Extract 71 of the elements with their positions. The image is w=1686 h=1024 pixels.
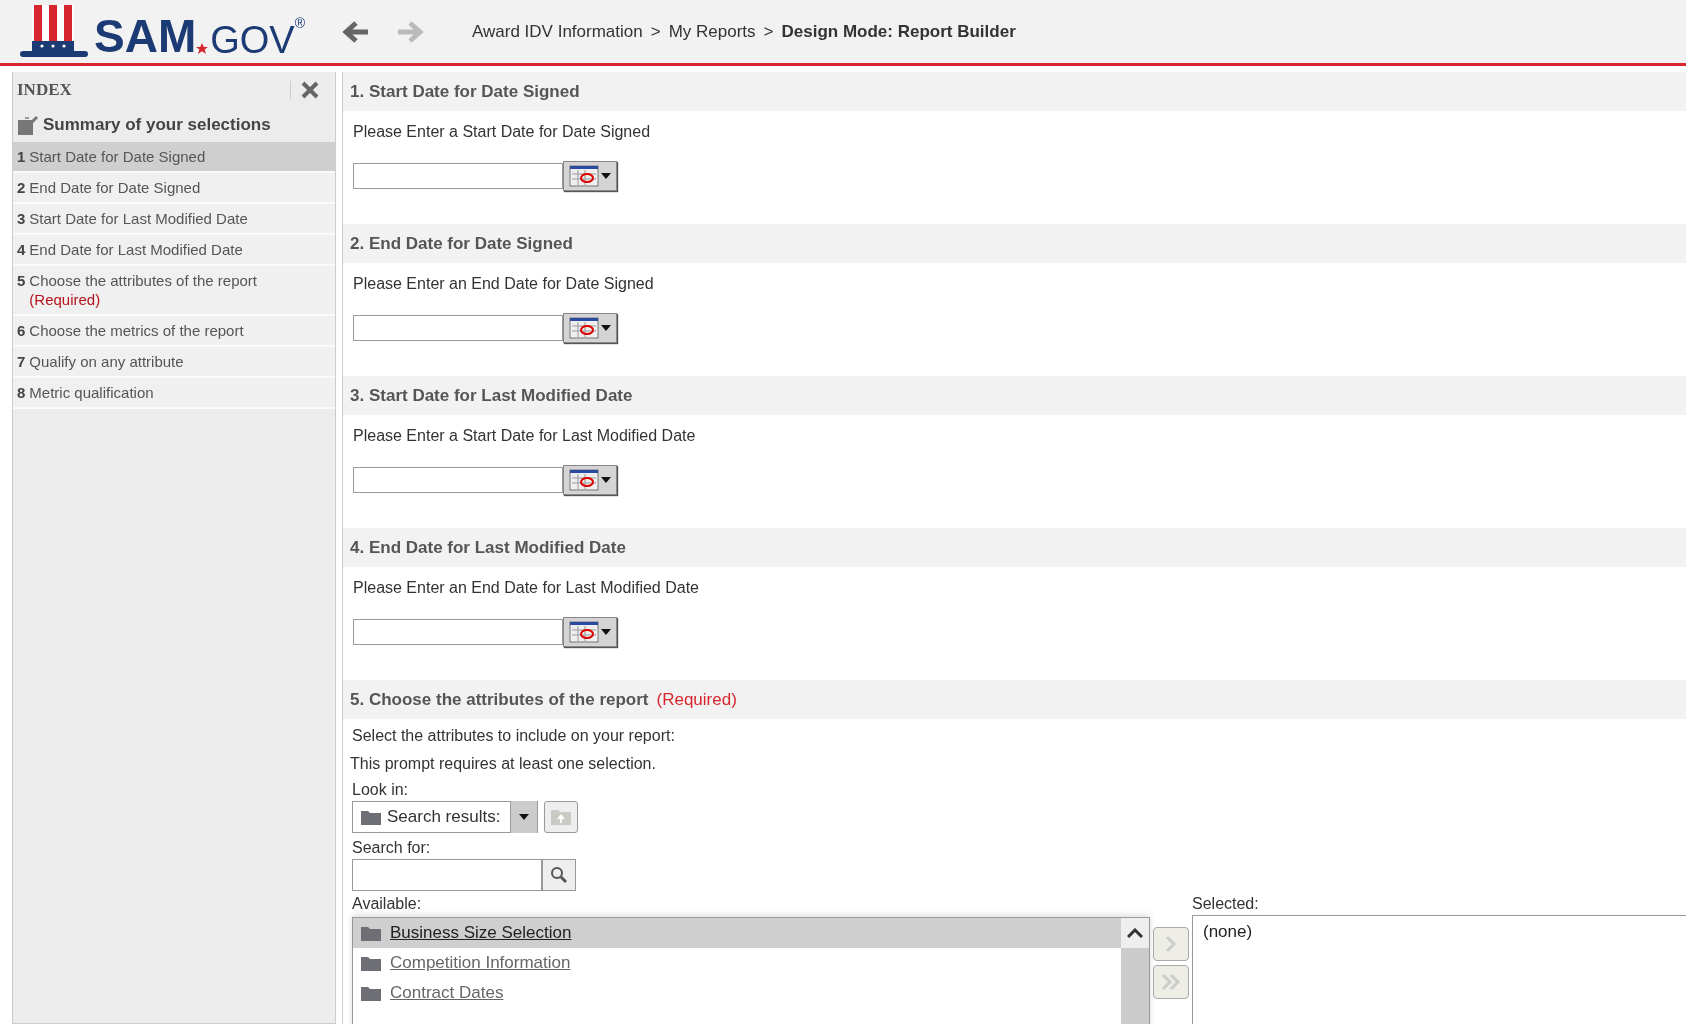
section-title: 3. Start Date for Last Modified Date — [350, 385, 633, 406]
note-text: This prompt requires at least one selection. — [350, 755, 657, 774]
star-icon — [196, 42, 209, 55]
index-item[interactable]: 1 Start Date for Date Signed — [13, 142, 335, 173]
calendar-button[interactable] — [563, 465, 617, 495]
folder-icon — [361, 925, 381, 941]
calendar-button[interactable] — [563, 161, 617, 191]
prompt-text: Select the attributes to include on your report: — [352, 726, 676, 746]
list-item: (none) — [1203, 922, 1254, 942]
chevron-right-icon — [1165, 936, 1177, 952]
folder-up-button[interactable] — [544, 801, 578, 833]
logo-text: SAM — [94, 12, 197, 59]
search-button[interactable] — [542, 859, 576, 891]
required-label: (Required) — [656, 689, 737, 710]
caret-icon — [601, 629, 611, 635]
add-button[interactable] — [1153, 927, 1189, 961]
date-input-field[interactable] — [353, 315, 563, 341]
index-item[interactable]: 6 Choose the metrics of the report — [13, 316, 335, 347]
selected-label: Selected: — [1192, 895, 1260, 914]
index-item[interactable]: 8 Metric qualification — [13, 378, 335, 409]
index-title: INDEX — [17, 80, 72, 100]
breadcrumb-link[interactable]: My Reports — [668, 21, 756, 42]
calendar-button[interactable] — [563, 313, 617, 343]
section-title: 4. End Date for Last Modified Date — [350, 537, 626, 558]
logo-text: GOV — [210, 20, 295, 59]
available-label: Available: — [352, 895, 423, 914]
folder-icon — [361, 985, 381, 1001]
index-item[interactable]: 2 End Date for Date Signed — [13, 173, 335, 204]
prompt-text: Please Enter a Start Date for Date Signed — [353, 122, 652, 142]
breadcrumb-separator: > — [763, 21, 774, 42]
section-title: 2. End Date for Date Signed — [350, 233, 573, 254]
caret-icon — [601, 173, 611, 179]
look-in-dropdown[interactable]: Search results: — [352, 801, 538, 833]
index-item[interactable]: 4 End Date for Last Modified Date — [13, 235, 335, 266]
section-title: 1. Start Date for Date Signed — [350, 81, 580, 102]
edit-icon — [17, 114, 39, 136]
summary-link[interactable]: Summary of your selections — [43, 115, 271, 135]
index-item[interactable]: 5 Choose the attributes of the report (Required) — [13, 266, 335, 316]
list-item[interactable]: Business Size Selection — [353, 918, 1121, 948]
breadcrumb-separator: > — [650, 21, 661, 42]
registered-mark: ® — [294, 14, 306, 31]
date-input-field[interactable] — [353, 163, 563, 189]
index-item[interactable]: 7 Qualify on any attribute — [13, 347, 335, 378]
caret-icon — [601, 325, 611, 331]
index-item[interactable]: 3 Start Date for Last Modified Date — [13, 204, 335, 235]
double-chevron-icon — [1161, 974, 1181, 990]
prompt-text: Please Enter a Start Date for Last Modified Date — [353, 426, 697, 446]
prompt-text: Please Enter an End Date for Date Signed — [353, 274, 655, 294]
folder-icon — [361, 955, 381, 971]
caret-icon — [519, 814, 529, 820]
scroll-up-icon[interactable] — [1127, 928, 1143, 938]
list-item[interactable]: Competition Information — [353, 948, 1121, 978]
search-icon — [550, 866, 568, 884]
section-title: 5. Choose the attributes of the report — [350, 689, 649, 710]
search-field[interactable] — [352, 859, 542, 891]
date-input-field[interactable] — [353, 467, 563, 493]
breadcrumb-link[interactable]: Award IDV Information — [472, 21, 643, 42]
back-arrow-icon[interactable] — [342, 18, 370, 45]
page-title: Design Mode: Report Builder — [781, 21, 1016, 42]
folder-up-icon — [550, 808, 572, 826]
close-icon[interactable] — [301, 81, 319, 99]
caret-icon — [601, 477, 611, 483]
calendar-button[interactable] — [563, 617, 617, 647]
list-item[interactable]: Contract Dates — [353, 978, 1121, 1008]
prompt-text: Please Enter an End Date for Last Modified Date — [353, 578, 700, 598]
look-in-label: Look in: — [352, 781, 410, 800]
add-all-button[interactable] — [1153, 965, 1189, 999]
search-for-label: Search for: — [352, 839, 432, 858]
hat-icon — [18, 4, 90, 59]
folder-icon — [361, 809, 381, 825]
date-input-field[interactable] — [353, 619, 563, 645]
